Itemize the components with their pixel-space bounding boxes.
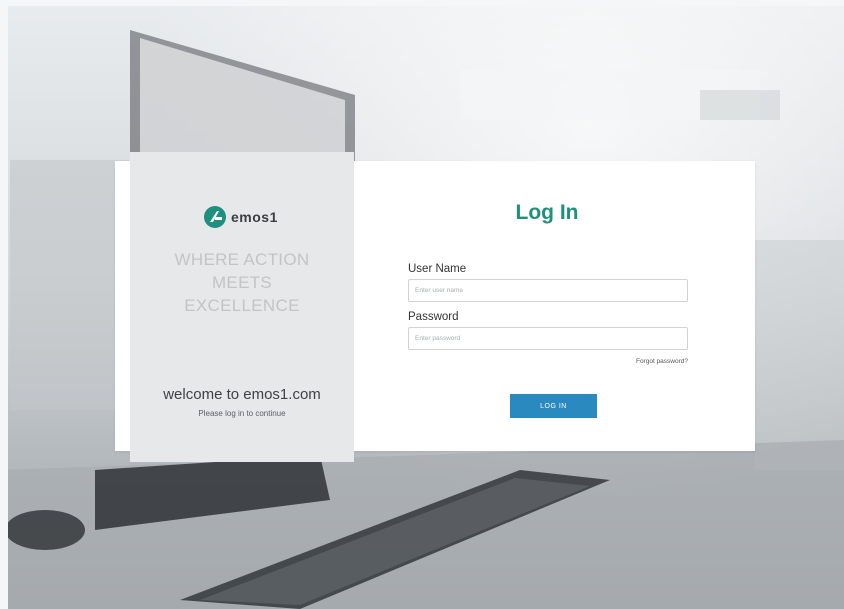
- welcome-panel: emos1 WHERE ACTION MEETS EXCELLENCE welc…: [130, 152, 354, 462]
- tagline-line-1: WHERE ACTION: [174, 250, 310, 269]
- emos1-logo-icon: [204, 206, 226, 228]
- username-input[interactable]: [408, 279, 688, 302]
- login-button[interactable]: LOG IN: [510, 394, 597, 418]
- username-label: User Name: [408, 263, 467, 275]
- forgot-password-link[interactable]: Forgot password?: [408, 358, 688, 365]
- password-input[interactable]: [408, 327, 688, 350]
- brand-logo: emos1: [204, 205, 278, 229]
- top-border: [0, 0, 844, 6]
- login-prompt-text: Please log in to continue: [198, 409, 286, 418]
- brand-name: emos1: [231, 209, 278, 225]
- tagline-line-2: MEETS: [211, 273, 273, 292]
- login-form: Log In User Name Password Forgot passwor…: [355, 161, 755, 451]
- tagline: WHERE ACTION MEETS EXCELLENCE: [130, 248, 354, 317]
- tagline-line-3: EXCELLENCE: [184, 296, 300, 315]
- left-border: [0, 0, 8, 609]
- welcome-text: welcome to emos1.com: [163, 386, 321, 403]
- password-label: Password: [408, 311, 459, 323]
- login-title: Log In: [515, 201, 579, 224]
